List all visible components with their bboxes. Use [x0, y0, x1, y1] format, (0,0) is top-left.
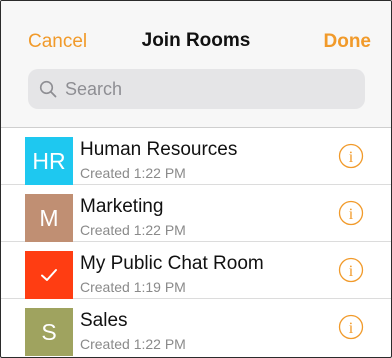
room-created-time: Created 1:22 PM — [80, 336, 186, 352]
room-initials: HR — [32, 148, 66, 174]
checkmark-icon — [41, 269, 57, 281]
join-rooms-screen: Cancel Join Rooms Done HR Human Resource… — [0, 0, 392, 358]
room-name: Marketing — [80, 196, 164, 217]
room-row-marketing[interactable]: M Marketing Created 1:22 PM i — [1, 185, 391, 242]
room-avatar-selected — [25, 251, 73, 299]
svg-text:i: i — [349, 263, 354, 280]
room-avatar: M — [25, 194, 73, 242]
room-initials: S — [41, 319, 57, 345]
room-row-my-public-chat-room[interactable]: My Public Chat Room Created 1:19 PM i — [1, 242, 391, 299]
search-icon — [39, 80, 57, 98]
room-row-human-resources[interactable]: HR Human Resources Created 1:22 PM i — [1, 128, 391, 185]
room-created-time: Created 1:19 PM — [80, 279, 186, 295]
svg-text:i: i — [349, 149, 354, 166]
info-icon[interactable]: i — [338, 314, 364, 340]
svg-text:i: i — [349, 320, 354, 337]
room-list: HR Human Resources Created 1:22 PM i M M… — [1, 128, 391, 356]
room-row-sales[interactable]: S Sales Created 1:22 PM i — [1, 299, 391, 356]
svg-text:i: i — [349, 206, 354, 223]
room-avatar: S — [25, 308, 73, 356]
room-name: Sales — [80, 310, 128, 331]
room-created-time: Created 1:22 PM — [80, 222, 186, 238]
navigation-header: Cancel Join Rooms Done — [1, 1, 391, 128]
info-icon[interactable]: i — [338, 257, 364, 283]
room-initials: M — [39, 205, 59, 231]
room-name: Human Resources — [80, 139, 238, 160]
info-icon[interactable]: i — [338, 200, 364, 226]
info-icon[interactable]: i — [338, 143, 364, 169]
room-avatar: HR — [25, 137, 73, 185]
search-input[interactable] — [65, 69, 355, 109]
done-button[interactable]: Done — [324, 31, 372, 53]
room-name: My Public Chat Room — [80, 253, 264, 274]
room-created-time: Created 1:22 PM — [80, 165, 186, 181]
search-bar[interactable] — [28, 69, 365, 109]
